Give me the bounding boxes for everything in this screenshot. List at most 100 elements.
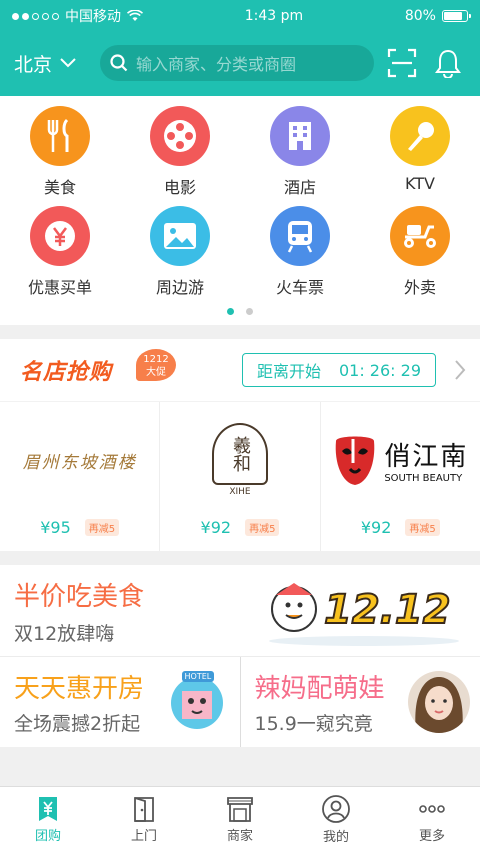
landscape-icon: [150, 206, 210, 266]
store-logo-text: 眉州东坡酒楼: [22, 452, 137, 473]
fork-knife-icon: [30, 106, 90, 166]
category-label: 酒店: [283, 178, 316, 197]
train-icon: [270, 206, 330, 266]
hotel-deal-banner[interactable]: 天天惠开房 全场震撼2折起 HOTEL: [0, 657, 240, 747]
user-icon: [322, 795, 350, 823]
tab-label: 上门: [130, 829, 157, 844]
category-ktv[interactable]: KTV: [360, 106, 480, 198]
wifi-icon: [127, 10, 143, 21]
film-reel-icon: [150, 106, 210, 166]
tab-label: 我的: [322, 830, 349, 845]
portrait-image: [408, 671, 470, 733]
status-bar: 中国移动 1:43 pm 80%: [0, 0, 480, 32]
tab-groupon[interactable]: 团购: [0, 787, 96, 852]
promo-banner-row: 天天惠开房 全场震撼2折起 HOTEL 辣妈配萌娃 15.9一窥究竟: [0, 657, 480, 747]
scan-button[interactable]: [384, 45, 420, 81]
banner-subtitle: 全场震撼2折起: [14, 713, 141, 735]
chevron-down-icon: [60, 58, 76, 68]
store-card[interactable]: 羲和 XIHE ¥92 再减5: [159, 402, 319, 551]
building-icon: [270, 106, 330, 166]
city-selector[interactable]: 北京: [14, 50, 90, 77]
battery-percent: 80%: [404, 8, 436, 24]
shop-icon: [227, 797, 253, 822]
category-movie[interactable]: 电影: [120, 106, 240, 198]
discount-tag: 再减5: [245, 519, 280, 536]
more-icon: [419, 805, 445, 813]
category-label: 电影: [163, 178, 196, 197]
scooter-icon: [390, 206, 450, 266]
category-takeout[interactable]: 外卖: [360, 206, 480, 298]
category-train-ticket[interactable]: 火车票: [240, 206, 360, 298]
store-logo: 俏江南 SOUTH BEAUTY: [321, 402, 480, 518]
door-icon: [134, 797, 154, 822]
tab-label: 团购: [34, 829, 61, 844]
category-label: 美食: [43, 178, 76, 197]
notification-button[interactable]: [430, 45, 466, 81]
opera-mask-icon: [336, 436, 375, 485]
header: 中国移动 1:43 pm 80% 北京 输入商家、分类或商圈: [0, 0, 480, 96]
store-logo-subtext: XIHE: [229, 487, 251, 497]
carrier-label: 中国移动: [65, 9, 121, 25]
yen-icon: [30, 206, 90, 266]
store-logo: 羲和 XIHE: [160, 402, 319, 518]
discount-tag: 再减5: [84, 519, 120, 536]
city-label: 北京: [14, 53, 53, 76]
signal-icon: [12, 12, 59, 20]
chevron-right-icon[interactable]: [454, 359, 468, 381]
category-label: 火车票: [275, 278, 324, 297]
store-price: ¥92: [200, 518, 232, 537]
groupon-icon: [39, 797, 57, 821]
mom-kids-banner[interactable]: 辣妈配萌娃 15.9一窥究竟: [239, 657, 480, 747]
battery-icon: [441, 10, 471, 22]
category-label: 优惠买单: [27, 278, 92, 297]
tab-label: 商家: [226, 829, 253, 844]
category-food[interactable]: 美食: [0, 106, 120, 198]
tab-door-service[interactable]: 上门: [96, 787, 192, 852]
tab-mine[interactable]: 我的: [288, 787, 384, 852]
banner-title: 辣妈配萌娃: [254, 674, 385, 704]
countdown-timer: 距离开始 01: 26: 29: [241, 353, 436, 387]
store-logo-text: 羲和: [229, 436, 251, 472]
bottom-tab-bar: 团购 上门 商家 我的 更多: [0, 786, 480, 852]
store-price: ¥95: [40, 518, 71, 537]
double-twelve-illustration: 12.12: [264, 575, 464, 647]
scan-icon: [387, 48, 417, 78]
category-section: 美食 电影 酒店 KTV 优惠买单 周边游 火车票 外卖: [0, 96, 480, 325]
category-discount-pay[interactable]: 优惠买单: [0, 206, 120, 298]
category-nearby-trip[interactable]: 周边游: [120, 206, 240, 298]
store-card[interactable]: 俏江南 SOUTH BEAUTY ¥92 再减5: [319, 402, 480, 551]
countdown-label: 距离开始: [256, 362, 321, 381]
banner-title: 半价吃美食: [14, 581, 145, 612]
flash-sale-header[interactable]: 名店抢购 1212 大促 距离开始 01: 26: 29: [0, 339, 480, 401]
countdown-time: 01: 26: 29: [338, 360, 421, 380]
flash-sale-section: 名店抢购 1212 大促 距离开始 01: 26: 29 眉州东坡酒楼 ¥95 …: [0, 339, 480, 551]
banner-title: 天天惠开房: [14, 674, 145, 704]
microphone-icon: [390, 106, 450, 166]
store-logo-text: 俏江南: [384, 442, 469, 472]
page-dot: [227, 308, 234, 315]
store-logo-subtext: SOUTH BEAUTY: [384, 473, 463, 484]
search-bar[interactable]: 输入商家、分类或商圈: [100, 45, 374, 81]
promo-badge: 1212 大促: [136, 349, 176, 381]
banner-subtitle: 双12放肆嗨: [14, 622, 115, 645]
bell-icon: [435, 49, 461, 78]
page-dot: [246, 308, 253, 315]
tab-merchants[interactable]: 商家: [192, 787, 288, 852]
illustration-text: 12.12: [323, 586, 452, 634]
hotel-mascot-illustration: HOTEL: [168, 669, 226, 731]
category-hotel[interactable]: 酒店: [240, 106, 360, 198]
category-label: KTV: [405, 174, 435, 193]
tab-more[interactable]: 更多: [384, 787, 480, 852]
clock: 1:43 pm: [244, 8, 304, 24]
banner-subtitle: 15.9一窥究竟: [254, 713, 373, 735]
search-placeholder: 输入商家、分类或商圈: [136, 55, 297, 74]
tab-label: 更多: [418, 829, 445, 844]
search-icon: [110, 54, 128, 72]
store-card[interactable]: 眉州东坡酒楼 ¥95 再减5: [0, 402, 159, 551]
flash-sale-title: 名店抢购: [20, 360, 113, 385]
category-label: 外卖: [403, 278, 436, 297]
badge-text: 1212: [143, 354, 169, 365]
half-price-food-banner[interactable]: 半价吃美食 双12放肆嗨 12.12: [0, 565, 480, 657]
badge-text: 大促: [146, 367, 166, 378]
category-label: 周边游: [155, 278, 204, 297]
